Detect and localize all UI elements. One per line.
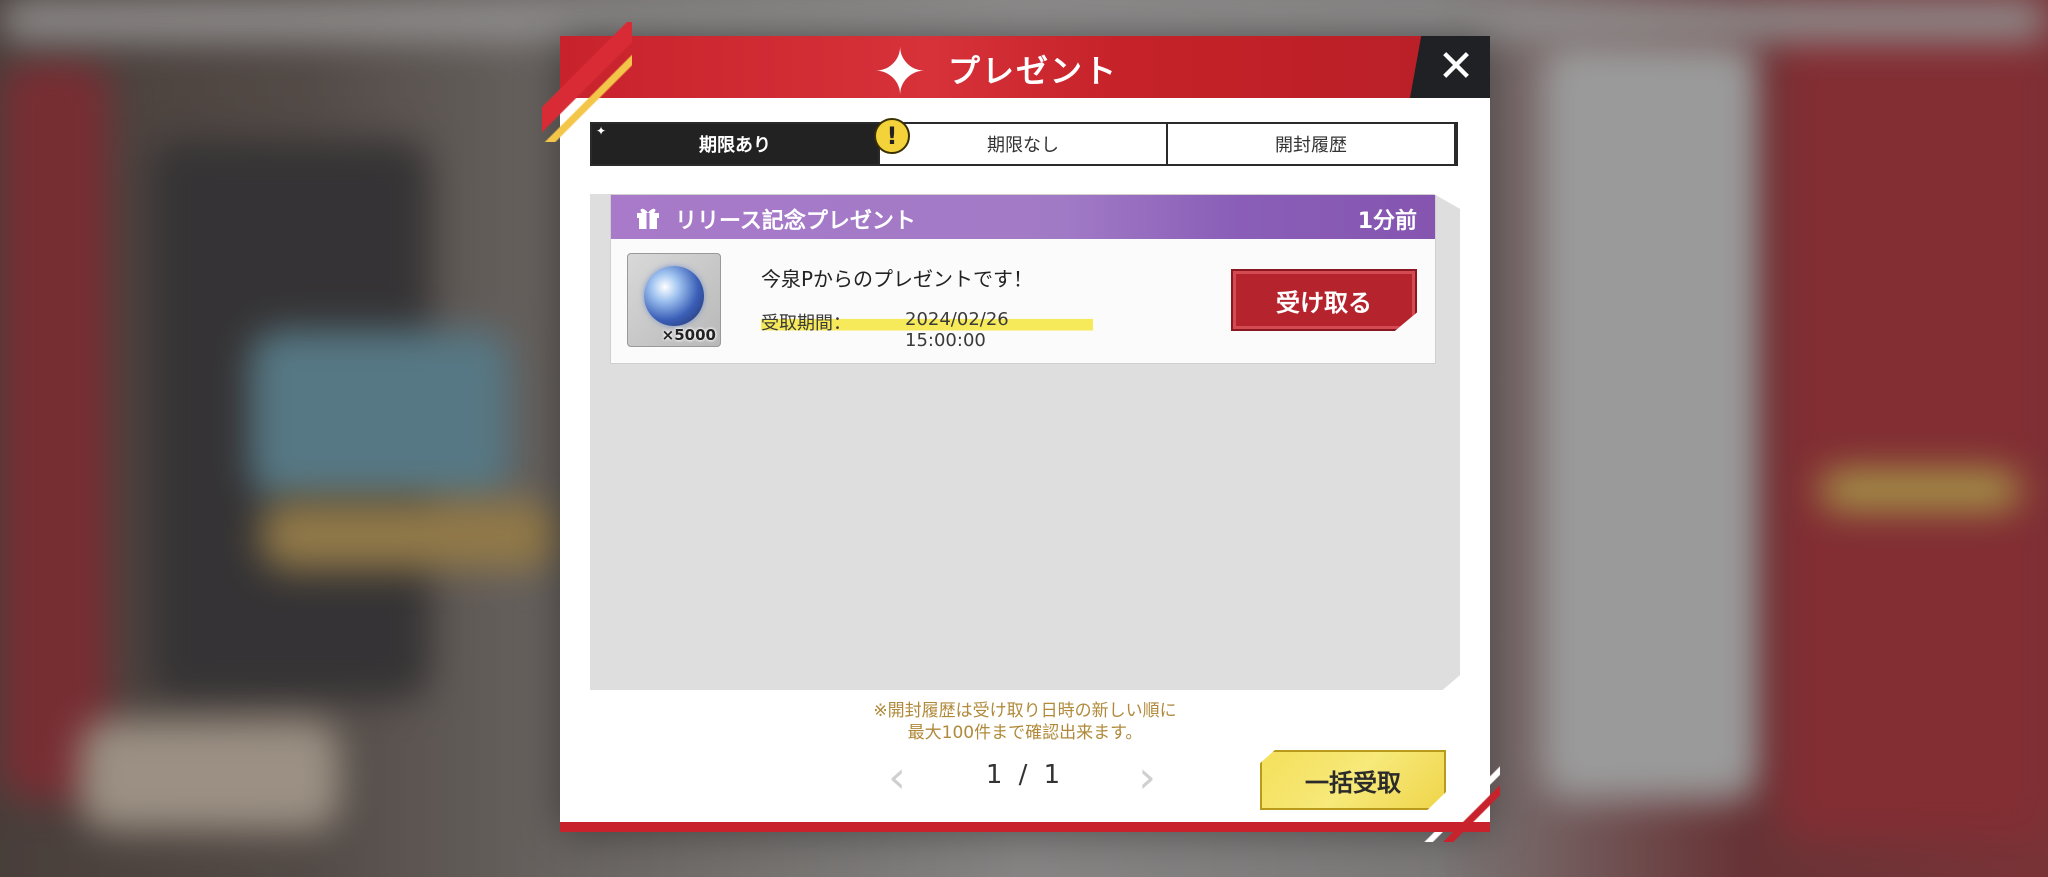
tab-with-deadline[interactable]: ✦ 期限あり [592, 124, 880, 164]
note-line-2: 最大100件まで確認出来ます。 [907, 723, 1143, 743]
tab-label: 期限なし [987, 135, 1059, 156]
chevron-right-icon[interactable]: › [1132, 756, 1162, 800]
close-icon: ✕ [1437, 41, 1475, 92]
dialog-title: プレゼント [948, 52, 1119, 90]
note-line-1: ※開封履歴は受け取り日時の新しい順に [873, 701, 1177, 721]
tab-no-deadline[interactable]: 期限なし [880, 124, 1168, 164]
present-item-header: リリース記念プレゼント 1分前 [611, 195, 1435, 239]
item-thumbnail: ×5000 [627, 253, 721, 347]
alert-badge: ! [874, 118, 910, 154]
corner-decoration [1420, 752, 1500, 842]
chevron-left-icon[interactable]: ‹ [882, 756, 912, 800]
present-item-time: 1分前 [1357, 209, 1417, 234]
deadline-value: 2024/02/26 15:00:00 [905, 309, 1009, 351]
item-quantity: ×5000 [661, 326, 716, 344]
tab-label: 開封履歴 [1275, 135, 1347, 156]
gift-icon [637, 208, 659, 229]
deadline-row: 受取期間： 2024/02/26 15:00:00 [761, 307, 1093, 351]
present-item: リリース記念プレゼント 1分前 ×5000 今泉Pからのプレゼントです！ 受取期… [610, 194, 1436, 364]
present-item-title: リリース記念プレゼント [675, 209, 916, 234]
crystal-orb-icon [644, 266, 704, 326]
present-list[interactable]: リリース記念プレゼント 1分前 ×5000 今泉Pからのプレゼントです！ 受取期… [590, 194, 1460, 690]
present-dialog: ✦ プレゼント ✕ ✦ 期限あり 期限なし 開封履歴 ! リリース記念プレゼント… [542, 22, 1500, 842]
close-button[interactable]: ✕ [1410, 36, 1490, 98]
present-tabs: ✦ 期限あり 期限なし 開封履歴 ! [590, 118, 1458, 166]
page-indicator: 1 / 1 [985, 760, 1065, 790]
bulk-receive-button[interactable]: 一括受取 [1260, 750, 1446, 810]
sparkle-icon: ✦ [873, 36, 927, 110]
history-note: ※開封履歴は受け取り日時の新しい順に 最大100件まで確認出来ます。 [560, 700, 1490, 744]
tab-open-history[interactable]: 開封履歴 [1168, 124, 1456, 164]
present-message: 今泉Pからのプレゼントです！ [761, 267, 1034, 291]
dialog-header: ✦ プレゼント ✕ [560, 36, 1490, 98]
spark-icon: ✦ [596, 124, 607, 138]
receive-button[interactable]: 受け取る [1231, 269, 1417, 331]
deadline-label: 受取期間： [761, 313, 851, 334]
tab-label: 期限あり [699, 135, 771, 156]
